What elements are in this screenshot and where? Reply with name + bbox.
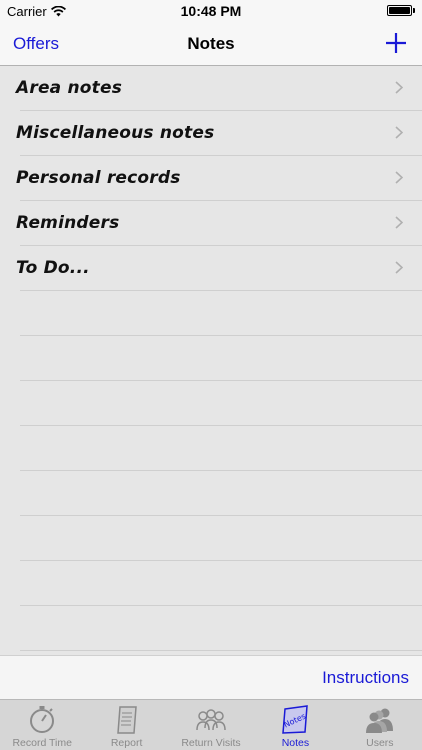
- tab-label: Notes: [281, 737, 310, 749]
- page-title: Notes: [187, 34, 235, 53]
- status-time: 10:48 PM: [180, 3, 242, 19]
- list-item-label: Area notes: [16, 78, 123, 98]
- list-item[interactable]: To Do...: [0, 246, 422, 291]
- battery-icon: [387, 5, 415, 16]
- empty-row: [0, 561, 422, 606]
- empty-row: [0, 606, 422, 651]
- chevron-right-icon: [395, 126, 403, 139]
- tab-label: Users: [366, 737, 394, 749]
- users-icon: [365, 708, 393, 733]
- tab-report[interactable]: Report: [84, 700, 168, 750]
- tab-users[interactable]: Users: [338, 700, 422, 750]
- instructions-button[interactable]: Instructions: [322, 668, 409, 688]
- report-icon: [116, 706, 137, 734]
- tab-label: Return Visits: [181, 737, 241, 749]
- tab-record-time[interactable]: Record Time: [0, 700, 84, 750]
- empty-row: [0, 471, 422, 516]
- notes-list: Area notes Miscellaneous notes Personal …: [0, 66, 422, 655]
- list-item-label: Personal records: [16, 168, 181, 188]
- empty-row: [0, 336, 422, 381]
- tab-bar: Record Time Report Return Visits Notes N…: [0, 699, 422, 750]
- list-item[interactable]: Personal records: [0, 156, 422, 201]
- empty-row: [0, 516, 422, 561]
- chevron-right-icon: [395, 171, 403, 184]
- tab-notes[interactable]: Notes Notes: [253, 700, 337, 750]
- tab-return-visits[interactable]: Return Visits: [169, 700, 253, 750]
- chevron-right-icon: [395, 261, 403, 274]
- list-item-label: Miscellaneous notes: [16, 123, 215, 143]
- list-item[interactable]: Reminders: [0, 201, 422, 246]
- list-item-label: To Do...: [16, 258, 90, 278]
- empty-row: [0, 381, 422, 426]
- tab-label: Record Time: [12, 737, 72, 749]
- notes-icon: Notes: [282, 705, 309, 734]
- plus-icon[interactable]: [382, 29, 410, 57]
- list-item[interactable]: Miscellaneous notes: [0, 111, 422, 156]
- tab-label: Report: [110, 737, 143, 749]
- empty-row: [0, 426, 422, 471]
- chevron-right-icon: [395, 81, 403, 94]
- chevron-right-icon: [395, 216, 403, 229]
- return-visits-icon: [196, 709, 226, 731]
- status-bar: Carrier 10:48 PM: [0, 0, 422, 22]
- list-item[interactable]: Area notes: [0, 66, 422, 111]
- stopwatch-icon: [30, 706, 55, 733]
- navigation-bar: Offers Notes: [0, 22, 422, 66]
- list-item-label: Reminders: [16, 213, 120, 233]
- empty-row: [0, 291, 422, 336]
- bottom-toolbar: Instructions: [0, 655, 422, 699]
